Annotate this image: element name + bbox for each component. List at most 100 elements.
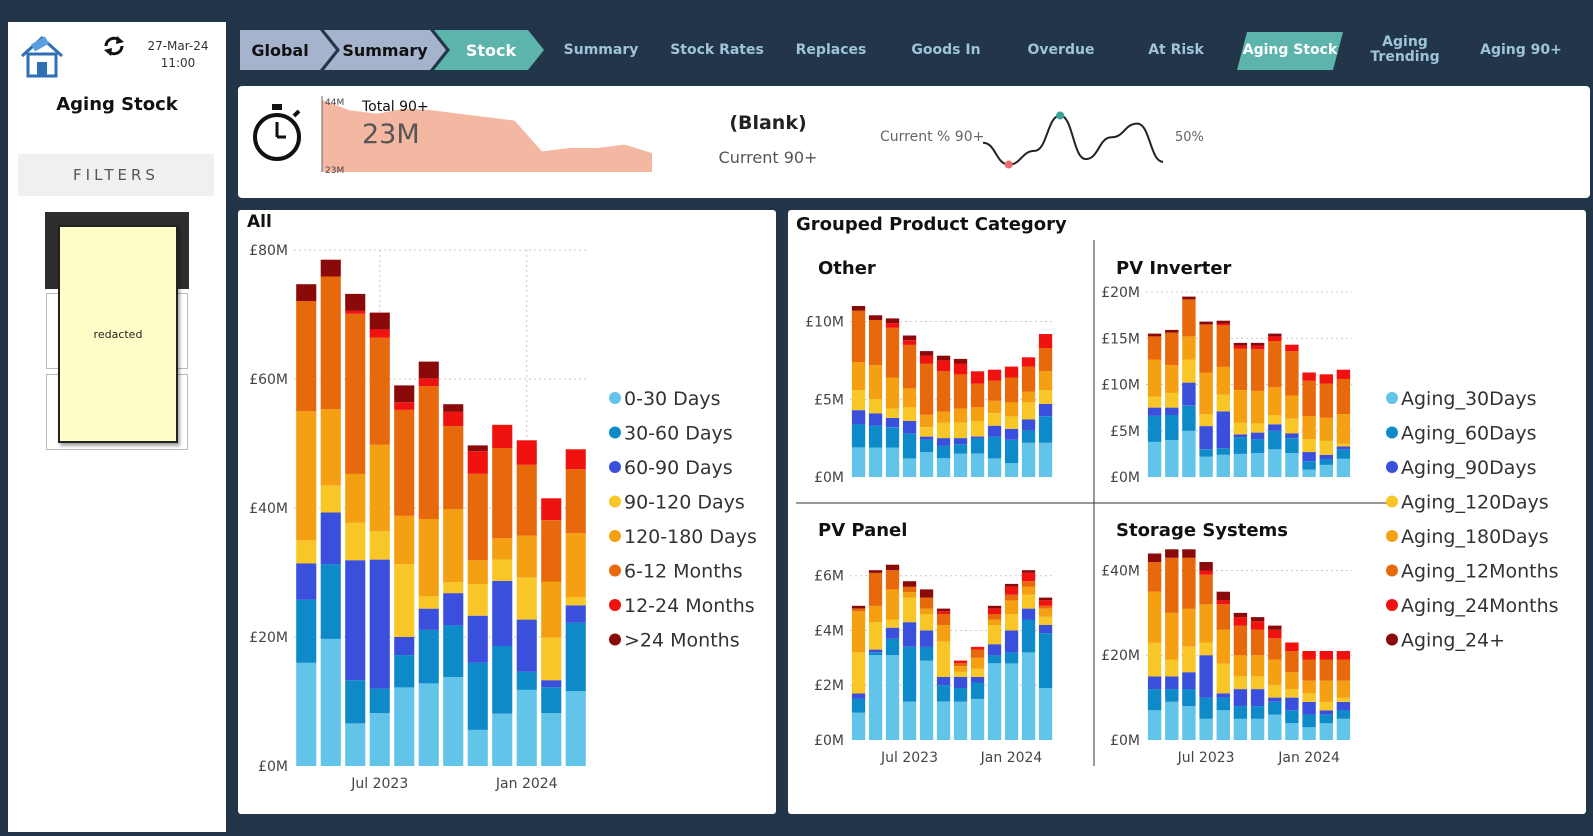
bar-segment-aging-24[interactable]: [1165, 329, 1179, 333]
bar-segment-aging-24months[interactable]: [1004, 366, 1019, 378]
bar-segment-aging-60days[interactable]: [1302, 461, 1316, 470]
tab-goods-in[interactable]: Goods In: [900, 28, 992, 72]
bar-segment-aging-12months[interactable]: [885, 327, 900, 378]
bar-segment-aging-30days[interactable]: [1038, 442, 1053, 477]
bar-segment-aging-120days[interactable]: [1302, 693, 1316, 702]
bar-segment-aging-12months[interactable]: [1250, 629, 1265, 656]
bar-segment-aging-30days[interactable]: [1147, 710, 1162, 740]
bar-segment-aging-60days[interactable]: [1233, 437, 1248, 454]
bar-segment-aging-180days[interactable]: [885, 377, 900, 409]
bar-segment-aging-90days[interactable]: [1038, 625, 1053, 634]
bar-segment-aging-24[interactable]: [936, 608, 951, 612]
bar-segment-aging-12months[interactable]: [936, 371, 951, 412]
bar-segment-aging-30days[interactable]: [1021, 442, 1036, 477]
bar-segment-aging-24[interactable]: [1268, 625, 1282, 630]
bar-segment-0-30-days[interactable]: [516, 689, 537, 766]
bar-segment-aging-120days[interactable]: [1216, 394, 1230, 412]
bar-segment-aging-90days[interactable]: [1233, 434, 1248, 438]
bar-segment-aging-60days[interactable]: [953, 444, 968, 454]
bar-segment-30-60-days[interactable]: [394, 655, 415, 688]
bar-segment-aging-120days[interactable]: [1038, 616, 1053, 625]
bar-segment-60-90-days[interactable]: [296, 563, 317, 600]
bar-segment-aging-12months[interactable]: [885, 570, 900, 590]
bar-segment-aging-30days[interactable]: [936, 701, 951, 740]
legend-label[interactable]: Aging_24Months: [1401, 595, 1559, 617]
bar-segment-aging-60days[interactable]: [1268, 430, 1282, 450]
bar-segment-aging-90days[interactable]: [1302, 701, 1316, 715]
bar-segment-aging-12months[interactable]: [1336, 378, 1351, 415]
bar-segment-aging-60days[interactable]: [868, 425, 883, 448]
bar-segment-aging-60days[interactable]: [1216, 448, 1230, 455]
bar-segment-aging-24months[interactable]: [1336, 651, 1351, 660]
bar-segment-30-60-days[interactable]: [369, 688, 390, 714]
tab-overdue[interactable]: Overdue: [1015, 28, 1107, 72]
bar-segment-aging-60days[interactable]: [851, 698, 866, 713]
bar-segment-aging-180days[interactable]: [1182, 608, 1196, 647]
bar-segment-aging-180days[interactable]: [1182, 336, 1196, 360]
bar-segment-aging-90days[interactable]: [1182, 672, 1196, 690]
bar-segment-aging-120days[interactable]: [902, 407, 917, 421]
bar-segment-aging-180days[interactable]: [1216, 366, 1230, 395]
bar-segment-aging-120days[interactable]: [885, 408, 900, 418]
bar-segment-aging-60days[interactable]: [1233, 706, 1248, 719]
bar-segment-120-180-days[interactable]: [320, 409, 341, 486]
bar-segment-6-12-months[interactable]: [320, 276, 341, 410]
bar-segment-aging-24[interactable]: [1182, 549, 1196, 558]
bar-segment-aging-24[interactable]: [936, 355, 951, 361]
bar-segment-24-months[interactable]: [369, 312, 390, 330]
legend-label[interactable]: Aging_120Days: [1401, 492, 1549, 514]
bar-segment-aging-120days[interactable]: [1147, 396, 1162, 408]
bar-segment-aging-90days[interactable]: [1216, 693, 1230, 698]
bar-segment-30-60-days[interactable]: [541, 687, 562, 714]
bar-segment-aging-30days[interactable]: [1165, 701, 1179, 740]
bar-segment-24-months[interactable]: [296, 284, 317, 301]
tab-aging-90[interactable]: Aging 90+: [1475, 28, 1567, 72]
bar-segment-aging-120days[interactable]: [902, 597, 917, 623]
bar-segment-aging-90days[interactable]: [1268, 697, 1282, 702]
bar-segment-aging-30days[interactable]: [1038, 688, 1053, 740]
bar-segment-90-120-days[interactable]: [467, 584, 488, 616]
bar-segment-aging-12months[interactable]: [1216, 604, 1230, 630]
bar-segment-aging-24[interactable]: [885, 318, 900, 324]
bar-segment-aging-180days[interactable]: [1319, 680, 1333, 702]
bar-segment-aging-120days[interactable]: [970, 421, 985, 437]
bar-segment-aging-120days[interactable]: [953, 671, 968, 678]
bar-segment-90-120-days[interactable]: [541, 637, 562, 681]
bar-segment-aging-60days[interactable]: [1250, 706, 1265, 719]
bar-segment-aging-24[interactable]: [1147, 333, 1162, 337]
bar-segment-60-90-days[interactable]: [320, 512, 341, 565]
bar-segment-aging-12months[interactable]: [1319, 383, 1333, 418]
bar-segment-90-120-days[interactable]: [516, 577, 537, 620]
bar-segment-aging-90days[interactable]: [1004, 630, 1019, 653]
home-icon[interactable]: [18, 34, 66, 80]
legend-label[interactable]: 90-120 Days: [624, 492, 745, 514]
legend-label[interactable]: Aging_30Days: [1401, 388, 1537, 410]
bar-segment-aging-180days[interactable]: [885, 589, 900, 620]
bar-segment-aging-30days[interactable]: [851, 712, 866, 740]
bar-segment-aging-24months[interactable]: [1268, 336, 1282, 341]
bar-segment-aging-180days[interactable]: [1268, 387, 1282, 416]
bar-segment-aging-90days[interactable]: [1216, 411, 1230, 449]
bar-segment-24-months[interactable]: [467, 445, 488, 452]
bar-segment-aging-12months[interactable]: [936, 614, 951, 625]
bar-segment-aging-60days[interactable]: [1268, 701, 1282, 715]
bar-segment-12-24-months[interactable]: [418, 378, 439, 387]
bar-segment-aging-24months[interactable]: [1302, 651, 1316, 660]
bar-segment-90-120-days[interactable]: [492, 559, 513, 581]
bar-segment-aging-60days[interactable]: [1021, 430, 1036, 443]
bar-segment-aging-90days[interactable]: [902, 622, 917, 647]
bar-segment-aging-180days[interactable]: [1021, 586, 1036, 595]
bar-segment-aging-12months[interactable]: [1216, 325, 1230, 367]
bar-segment-aging-180days[interactable]: [936, 411, 951, 423]
bar-segment-aging-90days[interactable]: [953, 438, 968, 445]
bar-segment-30-60-days[interactable]: [565, 622, 586, 692]
bar-segment-aging-24months[interactable]: [1336, 369, 1351, 379]
bar-segment-120-180-days[interactable]: [492, 538, 513, 560]
bar-segment-aging-180days[interactable]: [936, 625, 951, 642]
bar-segment-0-30-days[interactable]: [418, 683, 439, 766]
bar-segment-aging-180days[interactable]: [1216, 629, 1230, 664]
bar-segment-aging-12months[interactable]: [1199, 574, 1213, 605]
bar-segment-aging-12months[interactable]: [1147, 562, 1162, 592]
bar-segment-aging-60days[interactable]: [1319, 459, 1333, 465]
bar-segment-aging-180days[interactable]: [1336, 414, 1351, 444]
